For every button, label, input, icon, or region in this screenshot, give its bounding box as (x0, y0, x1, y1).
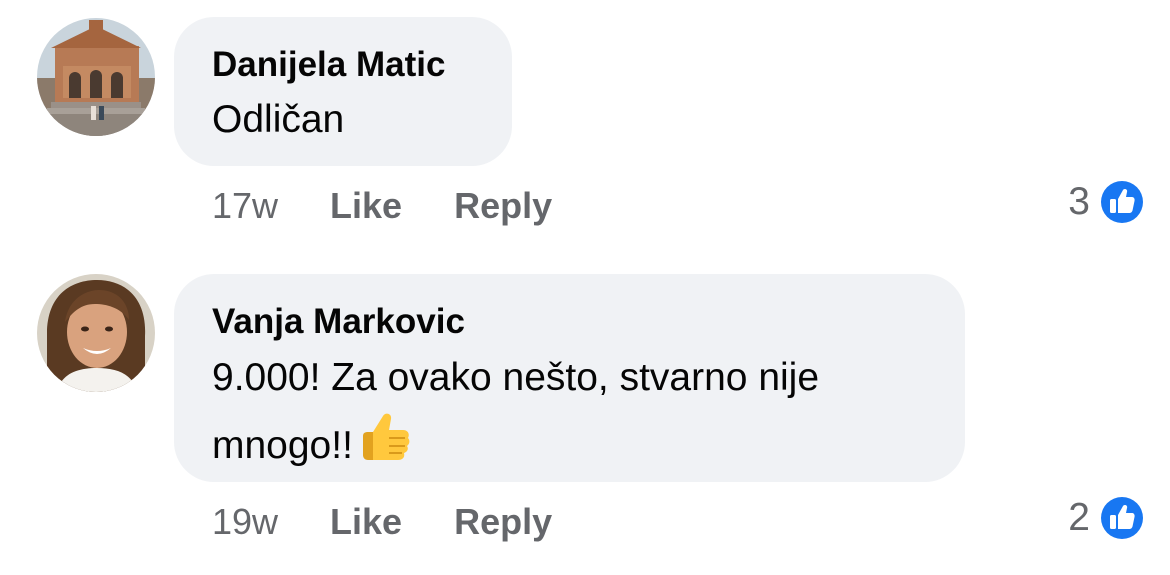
thumbs-up-icon (1098, 178, 1146, 226)
reaction-summary[interactable]: 2 (1068, 494, 1146, 542)
comment-text-content: 9.000! Za ovako nešto, stvarno nije mnog… (212, 356, 820, 467)
comment-item: Danijela Matic Odličan 17w Like Reply 3 (0, 0, 1170, 250)
woman-portrait (37, 274, 155, 392)
comment-text: Odličan (212, 98, 345, 141)
comment-author[interactable]: Danijela Matic (212, 43, 476, 87)
comment-author[interactable]: Vanja Markovic (212, 300, 929, 344)
like-button[interactable]: Like (330, 500, 402, 544)
like-button[interactable]: Like (330, 184, 402, 228)
reaction-count: 3 (1068, 180, 1090, 223)
avatar[interactable] (37, 18, 155, 136)
reaction-count: 2 (1068, 496, 1090, 539)
reply-button[interactable]: Reply (454, 184, 552, 228)
comment-item: Vanja Markovic 9.000! Za ovako nešto, st… (0, 250, 1170, 575)
comment-time[interactable]: 17w (212, 184, 278, 228)
church-photo (37, 18, 155, 136)
comment-time[interactable]: 19w (212, 500, 278, 544)
comment-actions: 19w Like Reply (212, 500, 552, 544)
avatar[interactable] (37, 274, 155, 392)
comment-text: 9.000! Za ovako nešto, stvarno nije mnog… (212, 348, 929, 476)
comment-actions: 17w Like Reply (212, 184, 552, 228)
reaction-summary[interactable]: 3 (1068, 178, 1146, 226)
thumbs-up-icon (1098, 494, 1146, 542)
reply-button[interactable]: Reply (454, 500, 552, 544)
comment-bubble: Danijela Matic Odličan (174, 17, 512, 166)
thumbs-up-emoji-icon (355, 408, 413, 466)
comment-bubble: Vanja Markovic 9.000! Za ovako nešto, st… (174, 274, 965, 482)
